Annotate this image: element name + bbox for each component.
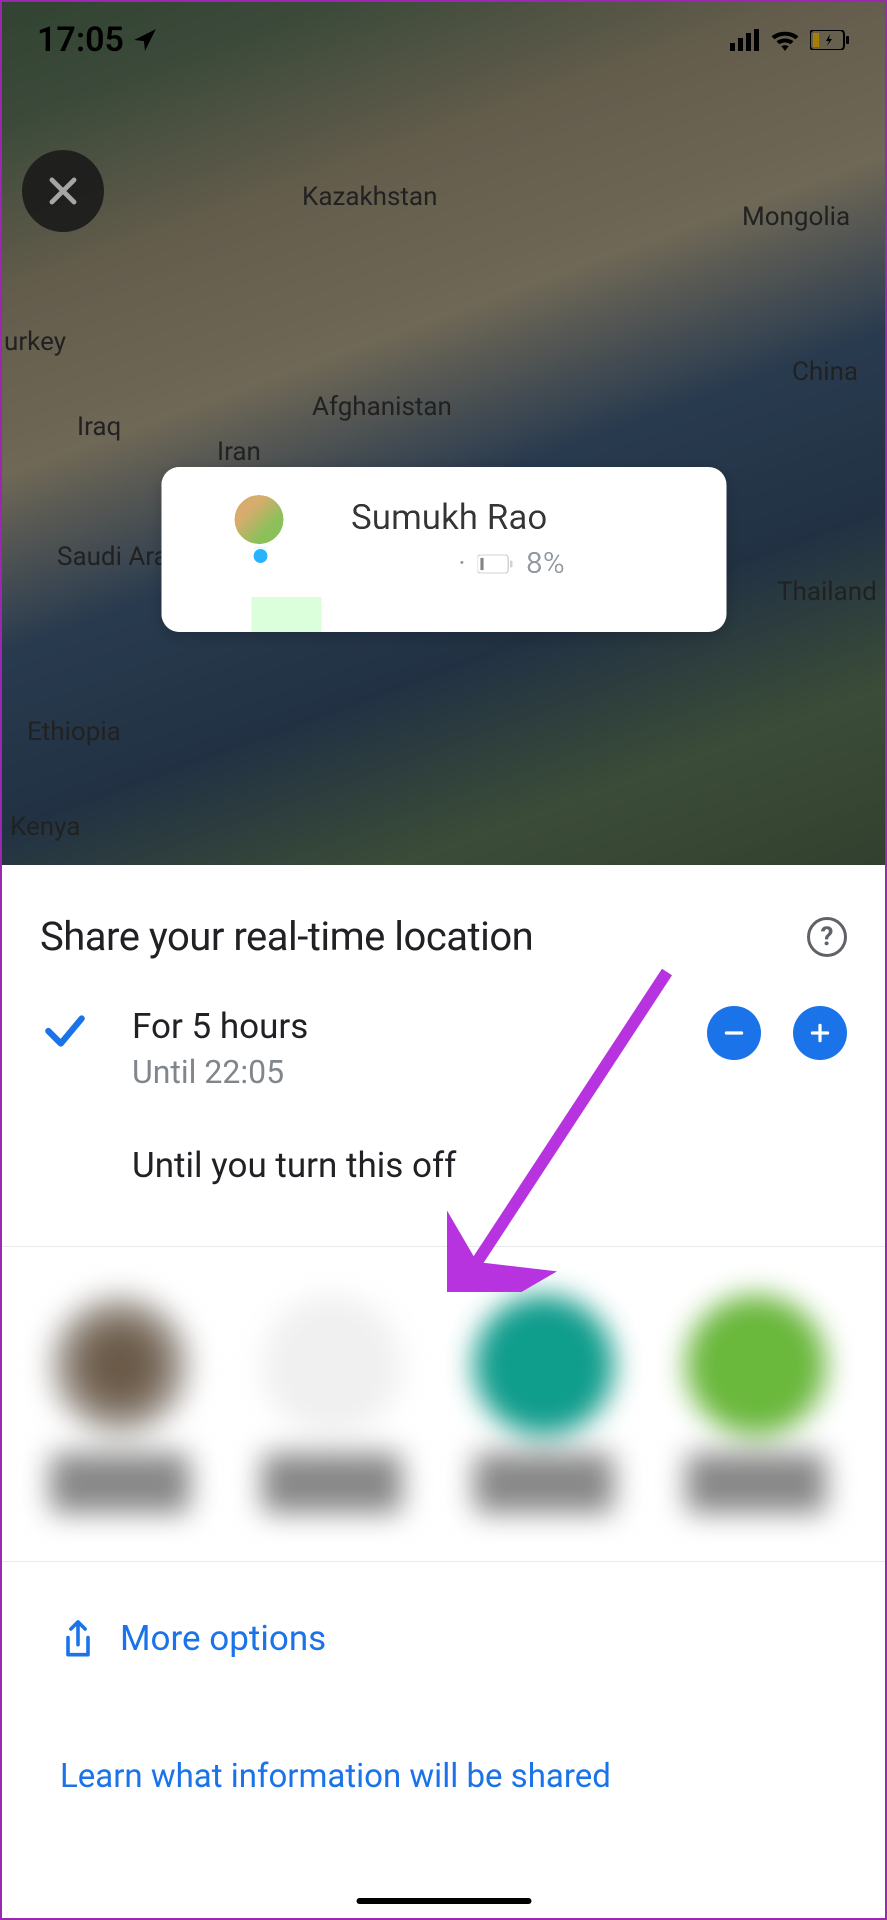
help-icon: ? — [821, 922, 834, 952]
duration-option-selected[interactable]: For 5 hours Until 22:05 — [2, 988, 885, 1109]
check-icon — [40, 1006, 90, 1056]
wifi-icon — [770, 29, 800, 51]
location-card[interactable]: Sumukh Rao · 8% — [161, 467, 726, 632]
home-indicator[interactable] — [356, 1898, 531, 1904]
plus-icon — [807, 1020, 833, 1046]
sheet-header: Share your real-time location ? — [2, 865, 885, 988]
contact-name — [686, 1453, 826, 1513]
more-options-label: More options — [120, 1618, 326, 1659]
contact-item[interactable] — [686, 1295, 826, 1513]
map-label-kenya: Kenya — [10, 812, 80, 842]
duration-option-off[interactable]: Until you turn this off — [2, 1109, 885, 1246]
status-icons — [730, 29, 850, 51]
card-info: Sumukh Rao · 8% — [331, 467, 726, 632]
status-time: 17:05 — [37, 20, 158, 60]
contact-item[interactable] — [50, 1295, 190, 1513]
contacts-row[interactable] — [2, 1247, 885, 1561]
contact-avatar-icon — [474, 1295, 614, 1435]
decrease-duration-button[interactable] — [707, 1006, 761, 1060]
contact-name — [50, 1453, 190, 1513]
minus-icon — [721, 1020, 747, 1046]
user-name: Sumukh Rao — [351, 497, 706, 538]
time-text: 17:05 — [37, 20, 124, 60]
sheet-title: Share your real-time location — [40, 913, 533, 960]
avatar — [231, 492, 286, 547]
map-label-kazakhstan: Kazakhstan — [302, 182, 437, 212]
redacted-text — [351, 548, 446, 580]
contact-item[interactable] — [474, 1295, 614, 1513]
map-label-iraq: Iraq — [77, 412, 121, 442]
map-label-iran: Iran — [217, 437, 261, 467]
map-label-turkey: urkey — [4, 327, 66, 357]
bottom-sheet: Share your real-time location ? For 5 ho… — [2, 865, 885, 1846]
status-bar: 17:05 — [2, 2, 885, 77]
duration-label: For 5 hours — [132, 1006, 707, 1047]
battery-percent: 8% — [526, 546, 565, 581]
map-label-ethiopia: Ethiopia — [27, 717, 121, 747]
map-label-afghanistan: Afghanistan — [312, 392, 452, 422]
location-arrow-icon — [132, 27, 158, 53]
share-icon — [60, 1619, 96, 1659]
close-button[interactable] — [22, 150, 104, 232]
contact-name — [474, 1453, 614, 1513]
contact-avatar-icon — [262, 1295, 402, 1435]
close-icon — [44, 172, 82, 210]
map-background[interactable]: Kazakhstan Mongolia urkey China Afghanis… — [2, 2, 885, 865]
signal-icon — [730, 29, 760, 51]
contact-avatar-icon — [50, 1295, 190, 1435]
map-label-thailand: Thailand — [777, 577, 877, 607]
map-label-mongolia: Mongolia — [742, 202, 850, 232]
location-dot-icon — [253, 549, 267, 563]
map-label-china: China — [792, 357, 858, 387]
duration-until: Until 22:05 — [132, 1053, 707, 1091]
contact-name — [262, 1453, 402, 1513]
more-options-button[interactable]: More options — [2, 1562, 885, 1715]
increase-duration-button[interactable] — [793, 1006, 847, 1060]
card-meta: · 8% — [351, 546, 706, 581]
card-map-preview — [161, 467, 331, 632]
battery-icon — [810, 30, 850, 50]
contact-item[interactable] — [262, 1295, 402, 1513]
battery-icon — [478, 554, 514, 574]
help-button[interactable]: ? — [807, 917, 847, 957]
map-label-saudi: Saudi Ara — [57, 542, 168, 572]
learn-info-link[interactable]: Learn what information will be shared — [2, 1715, 885, 1846]
contact-avatar-icon — [686, 1295, 826, 1435]
